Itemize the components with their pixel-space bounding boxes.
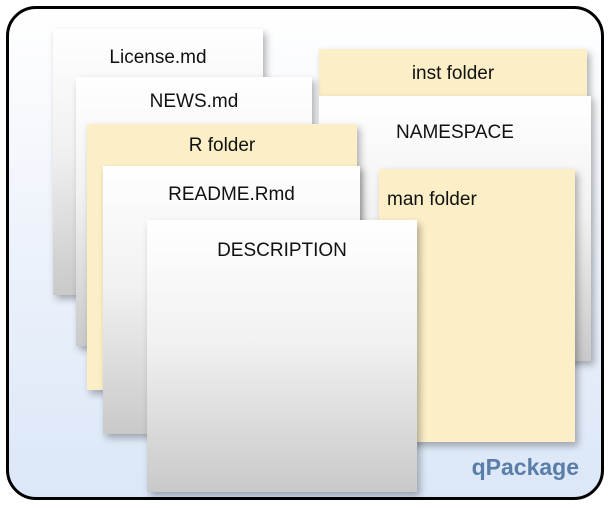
card-inst-folder: inst folder — [319, 49, 587, 97]
card-man-label: man folder — [387, 189, 477, 210]
card-inst-label: inst folder — [411, 63, 495, 84]
card-news-label: NEWS.md — [149, 91, 239, 112]
card-license-label: License.md — [109, 47, 207, 68]
card-description-label: DESCRIPTION — [217, 240, 347, 261]
card-readme-label: README.Rmd — [168, 184, 295, 205]
card-description: DESCRIPTION — [147, 220, 417, 492]
card-namespace-label: NAMESPACE — [396, 122, 514, 143]
brand-label: qPackage — [471, 454, 579, 480]
card-r-label: R folder — [188, 135, 256, 156]
package-container: License.md inst folder NEWS.md NAMESPACE… — [6, 6, 604, 500]
diagram-stage: License.md inst folder NEWS.md NAMESPACE… — [0, 0, 616, 509]
